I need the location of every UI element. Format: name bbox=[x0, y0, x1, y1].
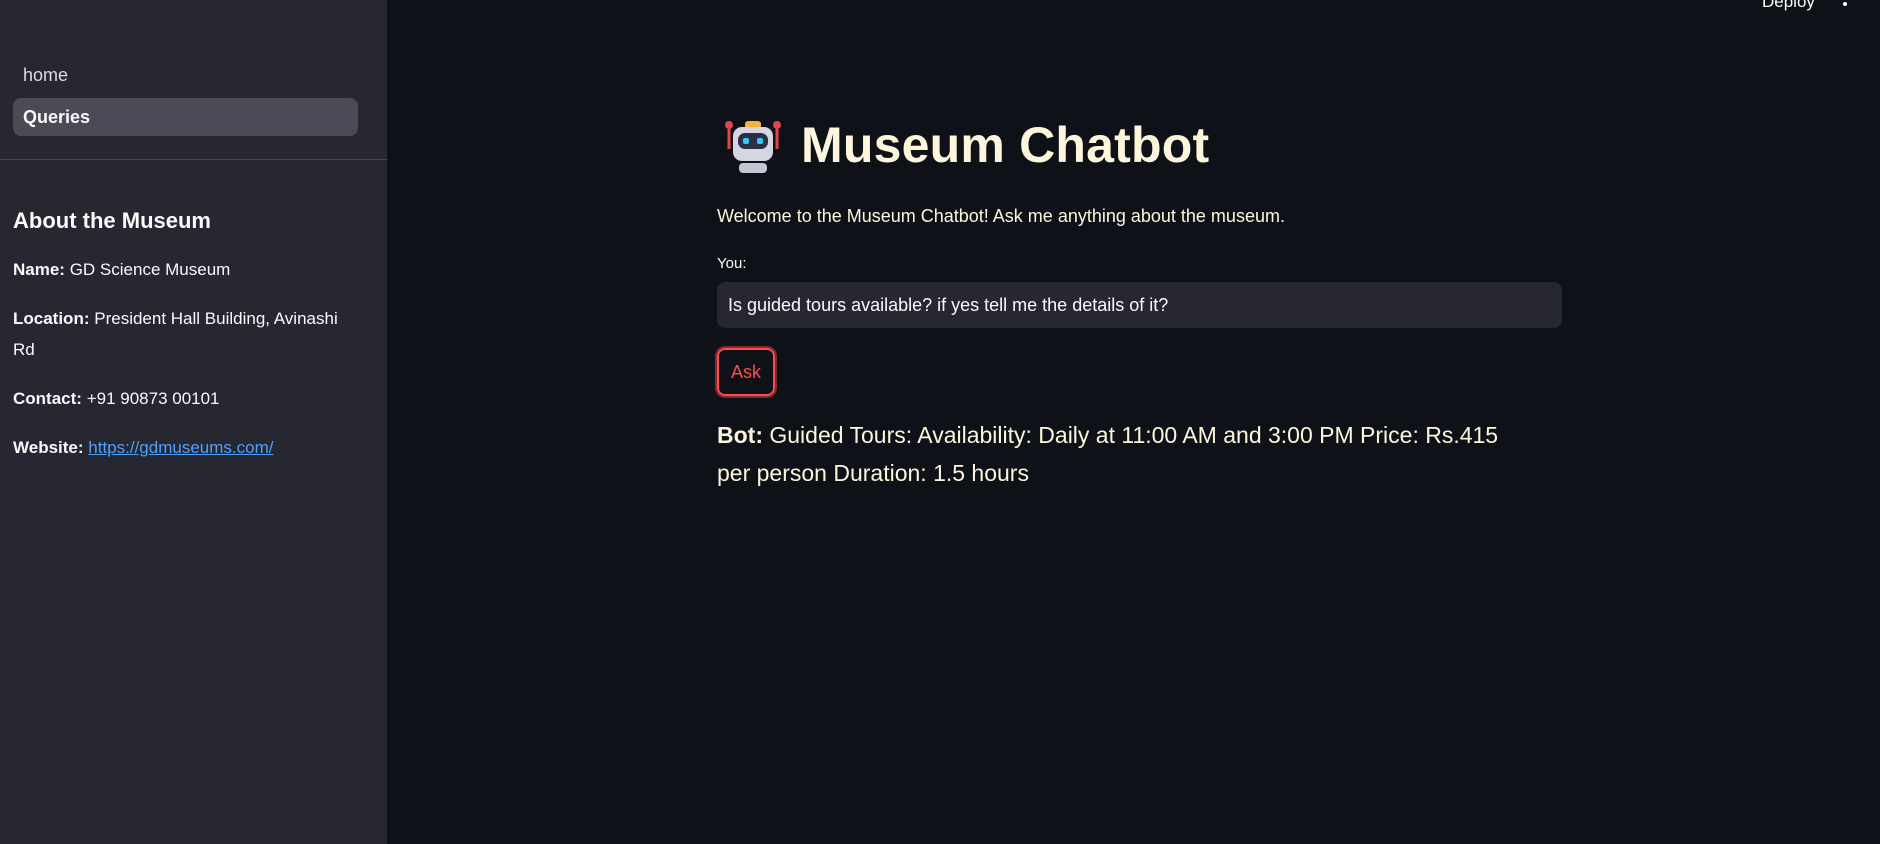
about-section: About the Museum Name: GD Science Museum… bbox=[13, 208, 363, 481]
ask-button[interactable]: Ask bbox=[717, 348, 775, 396]
museum-contact: Contact: +91 90873 00101 bbox=[13, 383, 363, 414]
name-value: GD Science Museum bbox=[69, 260, 231, 279]
query-input-label: You: bbox=[717, 255, 747, 272]
sidebar-item-home[interactable]: home bbox=[13, 56, 358, 94]
sidebar: home Queries About the Museum Name: GD S… bbox=[0, 0, 387, 844]
kebab-menu-icon[interactable] bbox=[1838, 0, 1852, 10]
sidebar-divider bbox=[0, 159, 387, 160]
title-row: Museum Chatbot bbox=[717, 110, 1562, 180]
deploy-button[interactable]: Deploy bbox=[1762, 0, 1815, 12]
location-label: Location: bbox=[13, 309, 90, 328]
museum-location: Location: President Hall Building, Avina… bbox=[13, 303, 363, 365]
museum-website: Website: https://gdmuseums.com/ bbox=[13, 432, 363, 463]
name-label: Name: bbox=[13, 260, 65, 279]
query-input[interactable] bbox=[717, 282, 1562, 328]
contact-label: Contact: bbox=[13, 389, 82, 408]
bot-response: Bot: Guided Tours: Availability: Daily a… bbox=[717, 416, 1517, 492]
app-root: home Queries About the Museum Name: GD S… bbox=[0, 0, 1880, 844]
website-label: Website: bbox=[13, 438, 84, 457]
welcome-text: Welcome to the Museum Chatbot! Ask me an… bbox=[717, 206, 1285, 226]
contact-value: +91 90873 00101 bbox=[86, 389, 220, 408]
museum-name: Name: GD Science Museum bbox=[13, 254, 363, 285]
page-title: Museum Chatbot bbox=[801, 117, 1210, 173]
bot-response-text: Guided Tours: Availability: Daily at 11:… bbox=[717, 422, 1499, 486]
bot-label: Bot: bbox=[717, 422, 763, 448]
robot-icon bbox=[725, 121, 781, 173]
website-link[interactable]: https://gdmuseums.com/ bbox=[88, 438, 273, 457]
about-heading: About the Museum bbox=[13, 208, 211, 233]
sidebar-item-queries[interactable]: Queries bbox=[13, 98, 358, 136]
main-content: Museum Chatbot Welcome to the Museum Cha… bbox=[717, 110, 1562, 492]
sidebar-nav: home Queries bbox=[13, 56, 358, 140]
